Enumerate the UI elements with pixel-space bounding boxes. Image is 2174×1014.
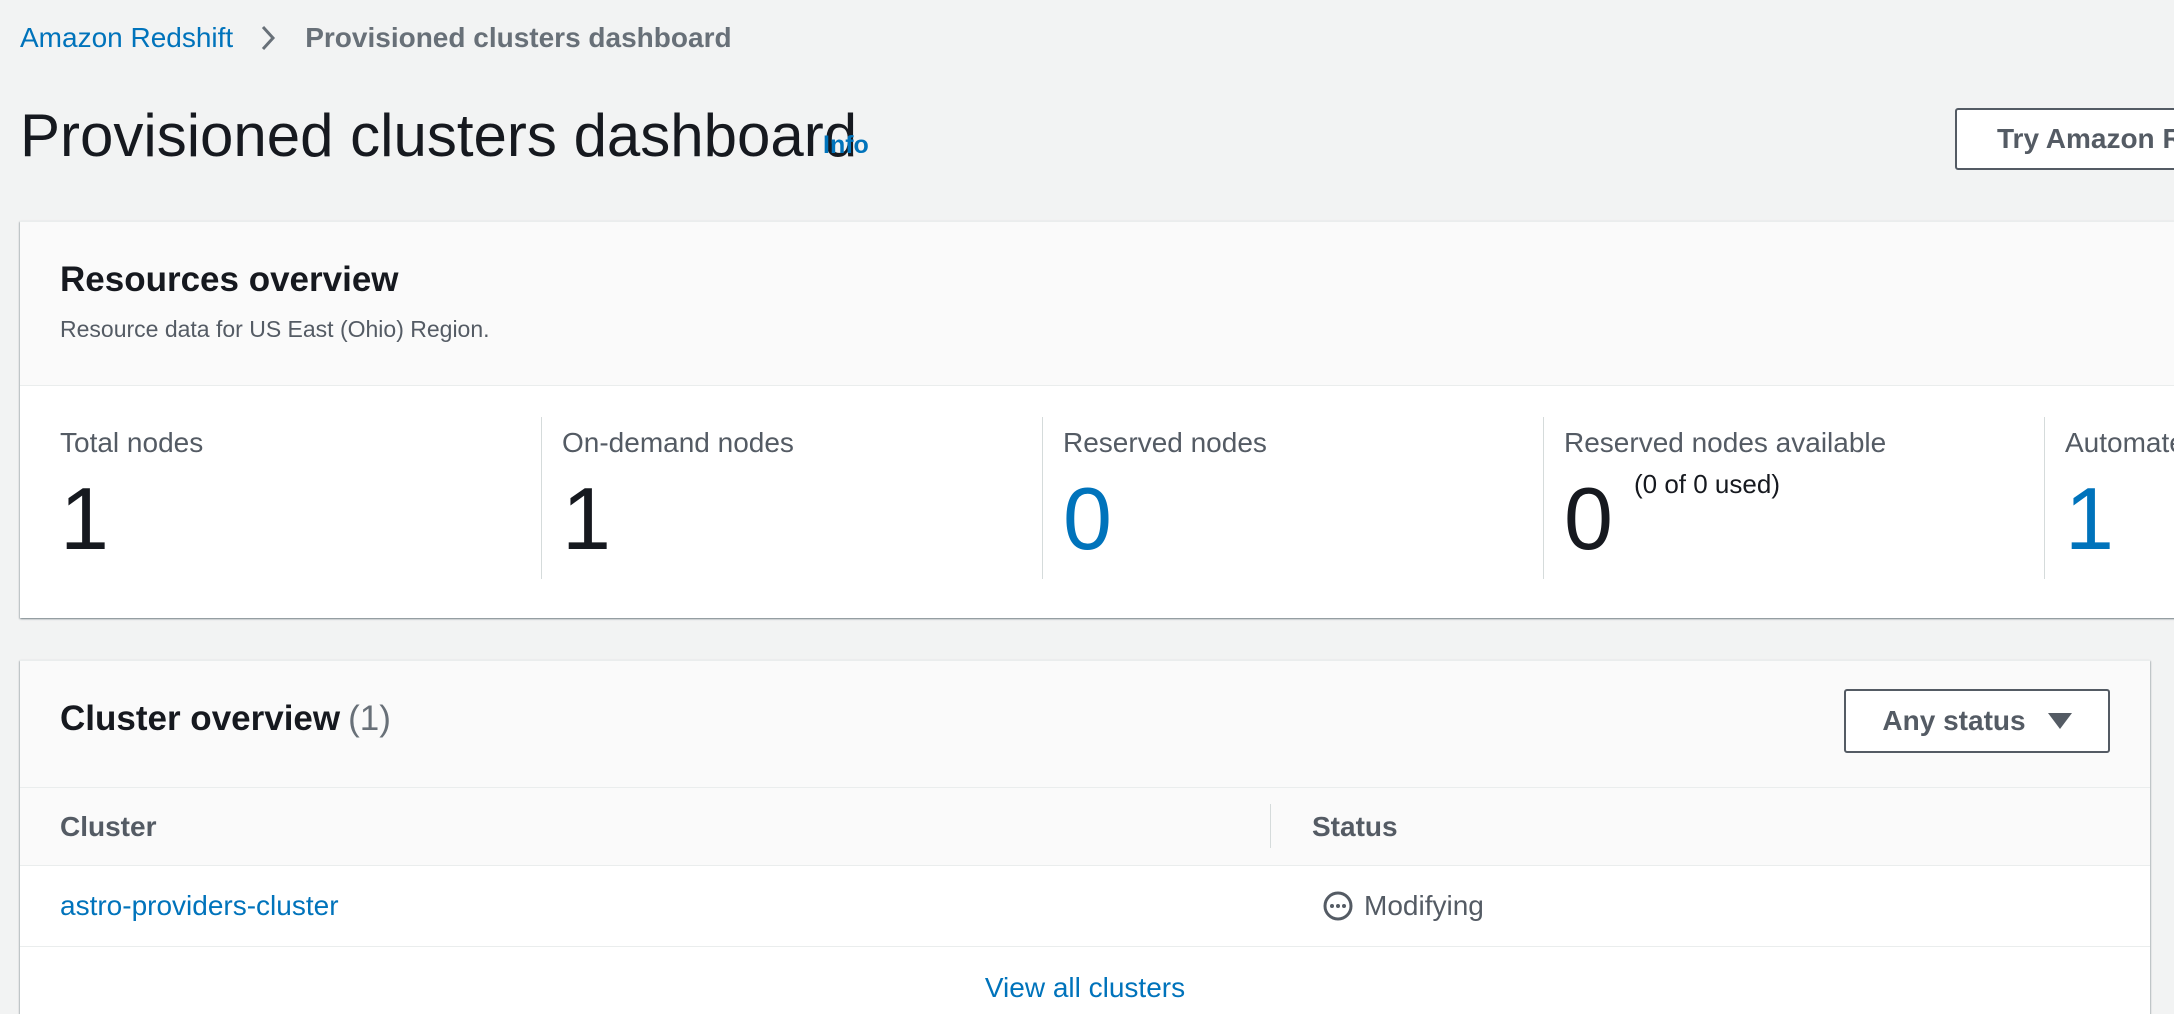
- info-link[interactable]: Info: [823, 131, 869, 160]
- resources-description: Resource data for US East (Ohio) Region.: [60, 316, 490, 342]
- breadcrumb: Amazon Redshift Provisioned clusters das…: [20, 18, 732, 58]
- cluster-link[interactable]: astro-providers-cluster: [60, 866, 339, 946]
- status-filter-label: Any status: [1882, 705, 2026, 736]
- stat-total-nodes: Total nodes 1: [20, 417, 541, 579]
- stat-automated-snapshots: Automated snapshots 1: [2044, 417, 2174, 579]
- page: Amazon Redshift Provisioned clusters das…: [0, 0, 2174, 1014]
- stat-value-link[interactable]: 0: [1063, 469, 1112, 569]
- column-divider: [1270, 804, 1271, 848]
- in-progress-icon: [1322, 890, 1354, 922]
- cluster-title-text: Cluster overview: [60, 699, 341, 738]
- view-all-clusters-link[interactable]: View all clusters: [20, 948, 2150, 1014]
- stat-sub: (0 of 0 used): [1634, 469, 1780, 499]
- stat-label: Total nodes: [60, 427, 204, 458]
- breadcrumb-current: Provisioned clusters dashboard: [305, 22, 732, 53]
- stat-label: Reserved nodes available: [1564, 427, 1887, 458]
- chevron-right-icon: [257, 23, 279, 53]
- page-title: Provisioned clusters dashboard: [20, 102, 858, 169]
- stat-value: 0: [1564, 469, 1613, 568]
- stat-reserved-nodes: Reserved nodes 0: [1042, 417, 1543, 579]
- cluster-overview-panel: Cluster overview (1) Any status Cluster S…: [20, 660, 2150, 1014]
- breadcrumb-link-redshift[interactable]: Amazon Redshift: [20, 22, 233, 54]
- stat-label: On-demand nodes: [562, 427, 794, 458]
- cluster-title: Cluster overview (1): [60, 699, 391, 739]
- stat-value: 1: [562, 469, 611, 568]
- stat-value: 1: [60, 469, 109, 568]
- stat-label: Reserved nodes: [1063, 427, 1267, 458]
- table-row: astro-providers-cluster Modifying: [20, 866, 2150, 947]
- cluster-table: Cluster Status astro-providers-cluster M…: [20, 788, 2150, 1003]
- table-header: Cluster Status: [20, 788, 2150, 866]
- caret-down-icon: [2047, 713, 2072, 729]
- cluster-count: (1): [348, 699, 391, 738]
- column-header-status[interactable]: Status: [1312, 788, 1398, 865]
- stats-row: Total nodes 1 On-demand nodes 1 Reserved…: [20, 417, 2174, 579]
- resources-overview-panel: Resources overview Resource data for US …: [20, 221, 2174, 618]
- cluster-header: Cluster overview (1) Any status: [20, 661, 2150, 788]
- stat-on-demand-nodes: On-demand nodes 1: [541, 417, 1042, 579]
- stat-value-link[interactable]: 1: [2065, 469, 2114, 569]
- resources-title: Resources overview: [60, 260, 399, 299]
- stat-reserved-nodes-available: Reserved nodes available 0 (0 of 0 used): [1543, 417, 2044, 579]
- stat-label: Automated snapshots: [2065, 427, 2174, 458]
- status-cell: Modifying: [1322, 866, 1484, 946]
- status-text: Modifying: [1364, 890, 1484, 921]
- try-serverless-button[interactable]: Try Amazon Redshift Serverless: [1955, 108, 2174, 170]
- status-filter-select[interactable]: Any status: [1844, 689, 2110, 753]
- column-header-cluster[interactable]: Cluster: [60, 788, 156, 865]
- resources-header: Resources overview Resource data for US …: [20, 222, 2174, 386]
